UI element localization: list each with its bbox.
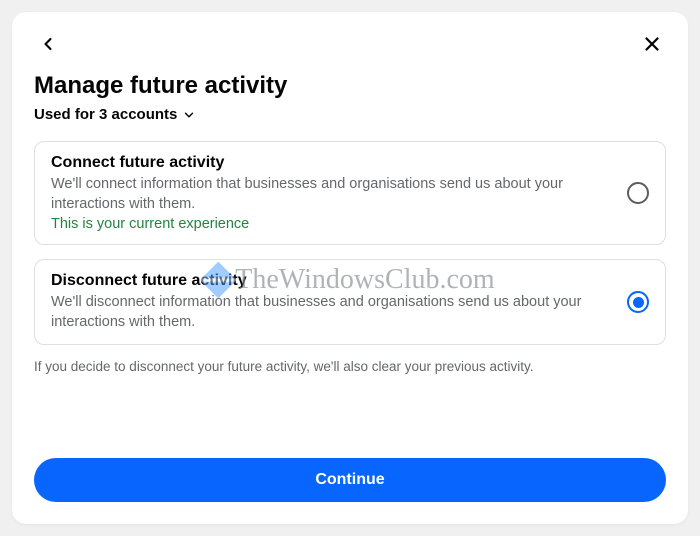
chevron-down-icon [182,108,196,122]
chevron-left-icon [38,34,58,54]
option-disconnect-title: Disconnect future activity [51,272,611,290]
option-connect-title: Connect future activity [51,154,611,172]
back-button[interactable] [34,30,62,58]
current-experience-label: This is your current experience [51,216,611,232]
page-title: Manage future activity [34,72,666,100]
options-group: Connect future activity We'll connect in… [34,141,666,345]
accounts-selector[interactable]: Used for 3 accounts [34,106,666,123]
continue-button[interactable]: Continue [34,458,666,502]
option-disconnect-desc: We'll disconnect information that busine… [51,293,611,332]
option-disconnect[interactable]: Disconnect future activity We'll disconn… [34,259,666,345]
option-connect[interactable]: Connect future activity We'll connect in… [34,141,666,245]
accounts-selector-label: Used for 3 accounts [34,106,177,123]
radio-connect[interactable] [627,182,649,204]
option-connect-text: Connect future activity We'll connect in… [51,154,611,232]
disconnect-note: If you decide to disconnect your future … [34,359,666,374]
option-connect-desc: We'll connect information that businesse… [51,175,611,214]
close-button[interactable] [638,30,666,58]
option-disconnect-text: Disconnect future activity We'll disconn… [51,272,611,332]
radio-disconnect[interactable] [627,291,649,313]
manage-future-activity-dialog: Manage future activity Used for 3 accoun… [12,12,688,524]
close-icon [641,33,663,55]
dialog-topbar [34,30,666,58]
